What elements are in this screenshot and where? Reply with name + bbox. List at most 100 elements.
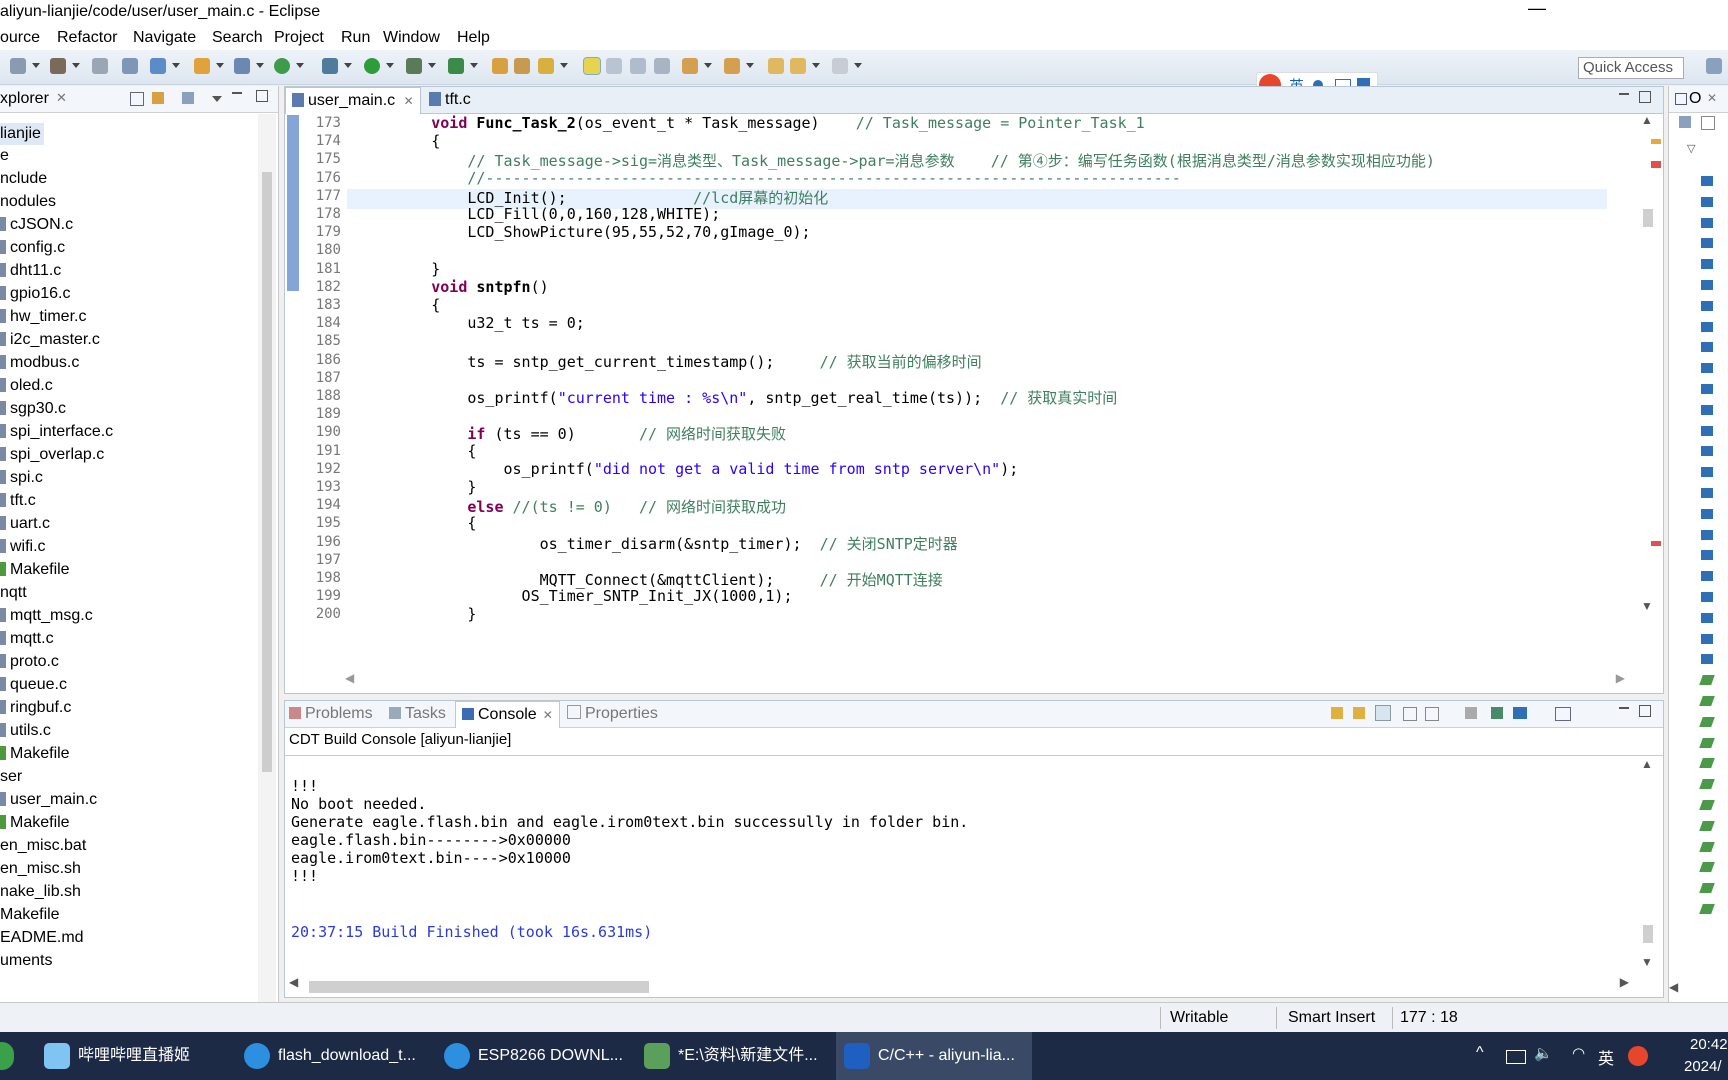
prev-problem-icon[interactable] xyxy=(1353,707,1365,719)
refresh-icon[interactable] xyxy=(274,58,290,74)
code-line[interactable]: OS_Timer_SNTP_Init_JX(1000,1); xyxy=(359,587,793,605)
include-icon[interactable] xyxy=(1701,488,1713,498)
editor-horizontal-scrollbar[interactable]: ◀ ▶ xyxy=(345,671,1625,689)
code-line[interactable]: } xyxy=(359,605,476,623)
explorer-item[interactable]: spi.c xyxy=(0,467,43,489)
explorer-item[interactable]: nake_lib.sh xyxy=(0,881,81,903)
clock-date[interactable]: 2024/ xyxy=(1684,1058,1722,1075)
run-icon[interactable] xyxy=(364,58,380,74)
include-icon[interactable] xyxy=(1701,446,1713,457)
scroll-up-icon[interactable]: ▲ xyxy=(1641,757,1653,771)
explorer-item[interactable]: Makefile xyxy=(0,812,70,834)
new-project-icon[interactable] xyxy=(150,58,166,74)
function-icon[interactable] xyxy=(1699,737,1715,748)
explorer-item[interactable]: nodules xyxy=(0,191,56,213)
battery-icon[interactable] xyxy=(1506,1050,1526,1064)
chevron-down-icon[interactable] xyxy=(212,96,222,102)
explorer-item[interactable]: nclude xyxy=(0,168,47,190)
scroll-left-icon[interactable]: ◀ xyxy=(345,671,354,685)
explorer-item[interactable]: en_misc.sh xyxy=(0,858,81,880)
function-icon[interactable] xyxy=(1699,779,1715,790)
include-icon[interactable] xyxy=(1701,612,1713,623)
menu-project[interactable]: Project xyxy=(274,29,324,47)
dropdown-icon[interactable] xyxy=(32,63,40,68)
include-icon[interactable] xyxy=(1701,321,1713,332)
scroll-lock-icon[interactable] xyxy=(1375,705,1391,721)
next-problem-icon[interactable] xyxy=(1331,707,1343,719)
open-folder-icon[interactable] xyxy=(514,58,530,74)
view-menu-icon[interactable] xyxy=(182,92,194,104)
scrollbar-thumb[interactable] xyxy=(309,981,649,993)
overview-error-marker[interactable] xyxy=(1651,541,1661,546)
code-line[interactable]: { xyxy=(359,132,440,150)
explorer-item[interactable]: Makefile xyxy=(0,559,70,581)
explorer-item[interactable]: queue.c xyxy=(0,674,67,696)
include-icon[interactable] xyxy=(1701,633,1713,644)
tab-console[interactable]: Console ✕ xyxy=(455,701,560,728)
taskbar-item-eclipse[interactable]: C/C++ - aliyun-lia... xyxy=(836,1032,1032,1080)
include-icon[interactable] xyxy=(1701,529,1713,540)
close-icon[interactable]: ✕ xyxy=(404,94,414,108)
project-root-item[interactable]: lianjie xyxy=(0,123,44,145)
minimize-view-icon[interactable] xyxy=(1619,93,1629,95)
code-line[interactable]: LCD_Fill(0,0,160,128,WHITE); xyxy=(359,205,720,223)
tab-tasks[interactable]: Tasks xyxy=(389,705,446,723)
close-icon[interactable]: ✕ xyxy=(1707,91,1717,105)
outline-toolbar-icon[interactable] xyxy=(1701,116,1715,130)
dropdown-icon[interactable] xyxy=(296,63,304,68)
code-line[interactable]: ts = sntp_get_current_timestamp(); // 获取… xyxy=(359,351,981,372)
binary-icon[interactable] xyxy=(92,58,108,74)
scroll-left-icon[interactable]: ◀ xyxy=(1669,980,1678,994)
highlight-icon[interactable] xyxy=(583,57,601,75)
toggle-mark-icon[interactable] xyxy=(606,58,622,74)
forward-arrow-icon[interactable] xyxy=(832,58,848,74)
dropdown-icon[interactable] xyxy=(386,63,394,68)
include-icon[interactable] xyxy=(1701,363,1713,374)
include-icon[interactable] xyxy=(1701,404,1713,415)
next-annotation-icon[interactable] xyxy=(682,58,698,74)
remove-launch-icon[interactable] xyxy=(1465,707,1477,719)
dropdown-icon[interactable] xyxy=(172,63,180,68)
chevron-down-icon[interactable]: ▽ xyxy=(1687,142,1695,155)
scroll-left-icon[interactable]: ◀ xyxy=(289,975,298,989)
volume-icon[interactable]: 🔈 xyxy=(1534,1044,1553,1062)
taskbar-item-esp8266[interactable]: ESP8266 DOWNL... xyxy=(436,1032,623,1080)
explorer-item[interactable]: hw_timer.c xyxy=(0,306,86,328)
menu-source[interactable]: ource xyxy=(0,29,40,47)
new-class-icon[interactable] xyxy=(234,58,250,74)
menu-help[interactable]: Help xyxy=(457,29,490,47)
menu-refactor[interactable]: Refactor xyxy=(57,29,117,47)
function-icon[interactable] xyxy=(1699,758,1715,769)
explorer-item[interactable]: mqtt_msg.c xyxy=(0,605,93,627)
explorer-item[interactable]: e xyxy=(0,145,9,167)
scroll-right-icon[interactable]: ▶ xyxy=(1616,671,1625,685)
outline-toolbar-icon[interactable] xyxy=(1679,116,1691,128)
dropdown-icon[interactable] xyxy=(428,63,436,68)
include-icon[interactable] xyxy=(1701,196,1713,207)
dropdown-icon[interactable] xyxy=(746,63,754,68)
explorer-item[interactable]: en_misc.bat xyxy=(0,835,86,857)
explorer-item[interactable]: spi_overlap.c xyxy=(0,444,104,466)
dropdown-icon[interactable] xyxy=(72,63,80,68)
hammer-icon[interactable] xyxy=(50,58,66,74)
explorer-item[interactable]: modbus.c xyxy=(0,352,79,374)
include-icon[interactable] xyxy=(1701,259,1713,270)
external-tools-icon[interactable] xyxy=(448,58,464,74)
explorer-item[interactable]: oled.c xyxy=(0,375,53,397)
ime-lang-indicator[interactable]: 英 xyxy=(1598,1045,1614,1069)
dropdown-icon[interactable] xyxy=(560,63,568,68)
include-icon[interactable] xyxy=(1701,342,1713,353)
menu-window[interactable]: Window xyxy=(383,29,440,47)
maximize-view-icon[interactable] xyxy=(1639,705,1651,717)
menu-navigate[interactable]: Navigate xyxy=(133,29,196,47)
link-editor-icon[interactable] xyxy=(152,92,164,104)
explorer-item[interactable]: tft.c xyxy=(0,490,36,512)
scrollbar-thumb[interactable] xyxy=(262,172,272,772)
explorer-item[interactable]: proto.c xyxy=(0,651,59,673)
include-icon[interactable] xyxy=(1701,176,1713,186)
explorer-item[interactable]: config.c xyxy=(0,237,65,259)
dropdown-icon[interactable] xyxy=(216,63,224,68)
status-cursor-position[interactable]: 177 : 18 xyxy=(1400,1009,1458,1027)
console-horizontal-scrollbar[interactable]: ◀ ▶ xyxy=(289,975,1629,993)
collapse-all-icon[interactable] xyxy=(130,92,144,106)
